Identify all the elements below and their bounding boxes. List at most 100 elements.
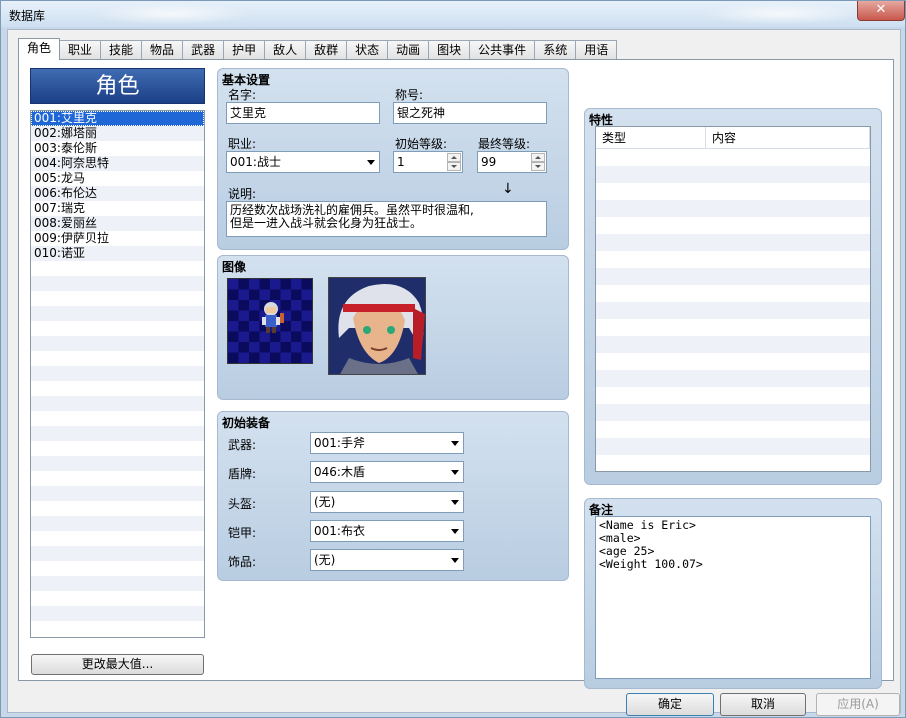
actor-list-empty-row[interactable] — [31, 501, 204, 516]
actor-list-empty-row[interactable] — [31, 261, 204, 276]
traits-list-header: 类型 内容 — [596, 127, 870, 149]
actor-list-empty-row[interactable] — [31, 606, 204, 621]
accessory-slot-select[interactable]: (无) — [310, 549, 464, 571]
actor-list-item[interactable]: 001:艾里克 — [31, 111, 204, 126]
actor-list-empty-row[interactable] — [31, 381, 204, 396]
weapon-slot-select[interactable]: 001:手斧 — [310, 432, 464, 454]
traits-list-empty-row[interactable] — [596, 217, 870, 234]
spin-up-icon[interactable] — [531, 153, 545, 162]
traits-list-empty-row[interactable] — [596, 387, 870, 404]
actor-list[interactable]: 001:艾里克 002:娜塔丽 003:泰伦斯 004:阿奈思特 005:龙马 006:布… — [30, 110, 205, 638]
tab-animations[interactable]: 动画 — [387, 40, 430, 60]
nickname-field[interactable]: 银之死神 — [393, 102, 547, 124]
actor-list-empty-row[interactable] — [31, 306, 204, 321]
face-image-picker[interactable] — [328, 277, 426, 375]
tab-troops[interactable]: 敌群 — [305, 40, 348, 60]
actor-list-empty-row[interactable] — [31, 336, 204, 351]
actor-list-empty-row[interactable] — [31, 276, 204, 291]
actor-list-empty-row[interactable] — [31, 486, 204, 501]
tab-classes[interactable]: 职业 — [59, 40, 102, 60]
actor-list-item[interactable]: 008:爱丽丝 — [31, 216, 204, 231]
name-field[interactable]: 艾里克 — [226, 102, 380, 124]
tab-weapons[interactable]: 武器 — [182, 40, 225, 60]
traits-list-empty-row[interactable] — [596, 149, 870, 166]
actor-list-empty-row[interactable] — [31, 351, 204, 366]
traits-list-empty-row[interactable] — [596, 183, 870, 200]
shield-slot-select[interactable]: 046:木盾 — [310, 461, 464, 483]
actor-list-empty-row[interactable] — [31, 426, 204, 441]
actor-list-empty-row[interactable] — [31, 576, 204, 591]
tab-terms[interactable]: 用语 — [575, 40, 618, 60]
cancel-button[interactable]: 取消 — [720, 693, 806, 716]
spin-down-icon[interactable] — [531, 162, 545, 171]
actor-list-empty-row[interactable] — [31, 546, 204, 561]
actor-list-item[interactable]: 010:诺亚 — [31, 246, 204, 261]
traits-list[interactable]: 类型 内容 — [595, 126, 871, 472]
actor-list-empty-row[interactable] — [31, 471, 204, 486]
actor-list-item[interactable]: 004:阿奈思特 — [31, 156, 204, 171]
initial-level-spinner[interactable]: 1 — [393, 151, 463, 173]
chevron-down-icon — [367, 160, 375, 165]
actor-list-item[interactable]: 005:龙马 — [31, 171, 204, 186]
tab-items[interactable]: 物品 — [141, 40, 184, 60]
tab-enemies[interactable]: 敌人 — [264, 40, 307, 60]
actor-list-empty-row[interactable] — [31, 396, 204, 411]
profile-field[interactable]: 历经数次战场洗礼的雇佣兵。虽然平时很温和, 但是一进入战斗就会化身为狂战士。 — [226, 201, 547, 237]
traits-list-empty-row[interactable] — [596, 421, 870, 438]
close-button[interactable]: ✕ — [857, 1, 905, 21]
actor-list-empty-row[interactable] — [31, 531, 204, 546]
actor-list-empty-row[interactable] — [31, 321, 204, 336]
change-maximum-button[interactable]: 更改最大值... — [31, 654, 204, 675]
actor-list-empty-row[interactable] — [31, 516, 204, 531]
tab-actors[interactable]: 角色 — [18, 38, 61, 60]
traits-list-empty-row[interactable] — [596, 234, 870, 251]
traits-list-empty-row[interactable] — [596, 285, 870, 302]
actor-list-empty-row[interactable] — [31, 591, 204, 606]
tab-armors[interactable]: 护甲 — [223, 40, 266, 60]
tab-system[interactable]: 系统 — [534, 40, 577, 60]
actor-list-item[interactable]: 006:布伦达 — [31, 186, 204, 201]
note-field[interactable]: <Name is Eric> <male> <age 25> <Weight 1… — [595, 516, 871, 679]
class-select[interactable]: 001:战士 — [226, 151, 380, 173]
images-panel: 图像 — [217, 255, 569, 400]
body-slot-select[interactable]: 001:布衣 — [310, 520, 464, 542]
traits-list-empty-row[interactable] — [596, 166, 870, 183]
actor-list-empty-row[interactable] — [31, 291, 204, 306]
traits-list-empty-row[interactable] — [596, 200, 870, 217]
actor-list-empty-row[interactable] — [31, 456, 204, 471]
max-level-spinner[interactable]: 99 — [477, 151, 547, 173]
tab-tilesets[interactable]: 图块 — [428, 40, 471, 60]
actor-list-empty-row[interactable] — [31, 561, 204, 576]
traits-content-column-header[interactable]: 内容 — [706, 127, 870, 148]
spin-down-icon[interactable] — [447, 162, 461, 171]
traits-list-empty-row[interactable] — [596, 370, 870, 387]
actor-list-item[interactable]: 002:娜塔丽 — [31, 126, 204, 141]
traits-list-empty-row[interactable] — [596, 251, 870, 268]
class-select-value: 001:战士 — [230, 155, 281, 169]
actor-list-empty-row[interactable] — [31, 366, 204, 381]
tab-skills[interactable]: 技能 — [100, 40, 143, 60]
actor-list-empty-row[interactable] — [31, 441, 204, 456]
character-sprite-picker[interactable] — [227, 278, 313, 364]
apply-button[interactable]: 应用(A) — [816, 693, 900, 716]
actor-list-empty-row[interactable] — [31, 621, 204, 636]
actor-list-item[interactable]: 009:伊萨贝拉 — [31, 231, 204, 246]
tab-common-events[interactable]: 公共事件 — [469, 40, 536, 60]
title-bar[interactable]: 数据库 ✕ — [1, 1, 905, 27]
tab-states[interactable]: 状态 — [346, 40, 389, 60]
traits-type-column-header[interactable]: 类型 — [596, 127, 706, 148]
actor-list-item[interactable]: 003:泰伦斯 — [31, 141, 204, 156]
traits-list-empty-row[interactable] — [596, 268, 870, 285]
ok-button[interactable]: 确定 — [626, 693, 714, 716]
traits-list-empty-row[interactable] — [596, 319, 870, 336]
spin-up-icon[interactable] — [447, 153, 461, 162]
traits-list-empty-row[interactable] — [596, 404, 870, 421]
actor-list-item[interactable]: 007:瑞克 — [31, 201, 204, 216]
traits-list-empty-row[interactable] — [596, 455, 870, 471]
actor-list-empty-row[interactable] — [31, 411, 204, 426]
traits-list-empty-row[interactable] — [596, 302, 870, 319]
traits-list-empty-row[interactable] — [596, 353, 870, 370]
traits-list-empty-row[interactable] — [596, 438, 870, 455]
traits-list-empty-row[interactable] — [596, 336, 870, 353]
head-slot-select[interactable]: (无) — [310, 491, 464, 513]
